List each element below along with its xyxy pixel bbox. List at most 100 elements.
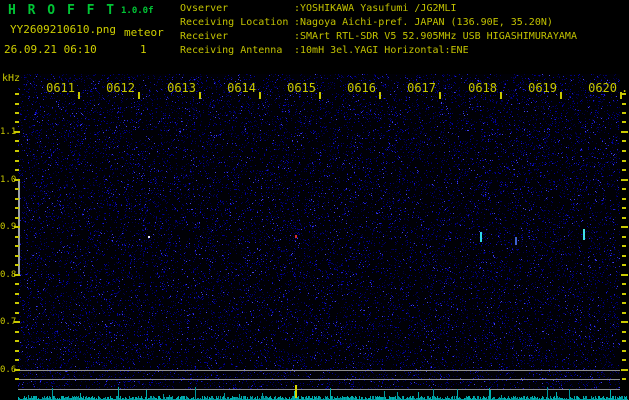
y-axis-minor-tick-right [622,169,626,171]
y-axis-minor-tick [15,378,19,380]
y-axis-minor-tick [15,207,19,209]
unit-count: 1 [140,43,147,56]
y-axis-major-tick [14,179,20,181]
y-axis-minor-tick-right [622,207,626,209]
y-axis-minor-tick [15,93,19,95]
x-axis-tick [500,92,502,99]
y-axis-minor-tick [15,283,19,285]
y-axis-minor-tick [15,350,19,352]
y-axis-label: 1.0 [0,175,17,185]
y-axis-minor-tick [15,340,19,342]
mode-label: meteor [124,26,164,39]
y-axis-minor-tick [15,293,19,295]
station-info-label: Receiver [180,31,229,42]
freq-axis-unit: kHz [2,73,21,84]
x-axis-label: 0611 [46,81,75,95]
y-axis-minor-tick-right [622,217,626,219]
station-info-value: :YOSHIKAWA Yasufumi /JG2MLI [294,3,457,14]
y-axis-minor-tick-right [622,255,626,257]
y-axis-minor-tick [15,312,19,314]
app-version: 1.0.0f [121,6,154,16]
x-axis-label: 0615 [287,81,316,95]
y-axis-minor-tick [15,255,19,257]
y-axis-minor-tick-right [622,359,626,361]
app-title: H R O F F T [8,3,117,18]
y-axis-label: 0.9 [0,222,17,232]
y-axis-minor-tick-right [622,188,626,190]
y-axis-major-tick [14,369,20,371]
y-axis-minor-tick-right [622,264,626,266]
y-axis-minor-tick-right [622,236,626,238]
y-axis-label: 0.6 [0,365,17,375]
output-filename: YY2609210610.png [10,23,116,36]
y-axis-minor-tick-right [622,350,626,352]
y-axis-minor-tick-right [622,140,626,142]
x-axis-label: 0620 [588,81,617,95]
y-axis-major-tick-right [621,179,628,181]
x-axis-tick [560,92,562,99]
station-info-value: :Nagoya Aichi-pref. JAPAN (136.90E, 35.2… [294,17,553,28]
x-axis-label: 0612 [106,81,135,95]
x-axis-tick [138,92,140,99]
y-axis-minor-tick [15,331,19,333]
x-axis-tick [259,92,261,99]
station-info-label: Receiving Antenna [180,45,283,56]
x-axis-tick [199,92,201,99]
spectrogram-canvas [0,0,629,400]
x-axis-label: 0614 [227,81,256,95]
station-info-block: Ovserver :YOSHIKAWA Yasufumi /JG2MLI Recei… [180,2,577,58]
y-axis-minor-tick [15,112,19,114]
station-info-row: Ovserver :YOSHIKAWA Yasufumi /JG2MLI [180,2,577,16]
observation-datetime: 26.09.21 06:10 [4,43,97,56]
station-info-value: :10mH 3el.YAGI Horizontal:ENE [294,45,469,56]
station-info-label: Ovserver [180,3,229,14]
hrofft-window: H R O F F T 1.0.0f YY2609210610.png mete… [0,0,629,400]
y-axis-minor-tick [15,188,19,190]
y-axis-major-tick [14,131,20,133]
y-axis-minor-tick-right [622,245,626,247]
y-axis-minor-tick [15,140,19,142]
y-axis-major-tick-right [621,369,628,371]
y-axis-minor-tick-right [622,302,626,304]
station-info-row: Receiving Antenna :10mH 3el.YAGI Horizont… [180,44,577,58]
station-info-value: :SMArt RTL-SDR V5 52.905MHz USB HIGASHIM… [294,31,577,42]
y-axis-minor-tick [15,150,19,152]
y-axis-minor-tick-right [622,150,626,152]
x-axis-tick [439,92,441,99]
y-axis-minor-tick-right [622,112,626,114]
y-axis-minor-tick-right [622,93,626,95]
y-axis-major-tick-right [621,274,628,276]
y-axis-major-tick [14,274,20,276]
station-info-row: Receiving Location :Nagoya Aichi-pref. JA… [180,16,577,30]
y-axis-minor-tick-right [622,293,626,295]
y-axis-minor-tick [15,302,19,304]
y-axis-major-tick-right [621,131,628,133]
y-axis-minor-tick-right [622,331,626,333]
y-axis-minor-tick [15,169,19,171]
x-axis-tick [78,92,80,99]
y-axis-minor-tick [15,264,19,266]
x-axis-label: 0619 [528,81,557,95]
y-axis-minor-tick-right [622,103,626,105]
y-axis-minor-tick [15,245,19,247]
y-axis-minor-tick [15,217,19,219]
y-axis-minor-tick-right [622,283,626,285]
y-axis-minor-tick [15,121,19,123]
y-axis-minor-tick [15,103,19,105]
y-axis-minor-tick-right [622,198,626,200]
y-axis-minor-tick-right [622,121,626,123]
y-axis-label: 1.1 [0,127,17,137]
x-axis-label: 0613 [167,81,196,95]
y-axis-major-tick [14,226,20,228]
y-axis-label: 0.8 [0,270,17,280]
y-axis-minor-tick [15,160,19,162]
y-axis-minor-tick [15,359,19,361]
station-info-label: Receiving Location [180,17,289,28]
y-axis-minor-tick [15,236,19,238]
x-axis-label: 0617 [407,81,436,95]
y-axis-label: 0.7 [0,317,17,327]
x-axis-label: 0618 [468,81,497,95]
y-axis-major-tick-right [621,226,628,228]
y-axis-minor-tick-right [622,340,626,342]
y-axis-minor-tick-right [622,312,626,314]
